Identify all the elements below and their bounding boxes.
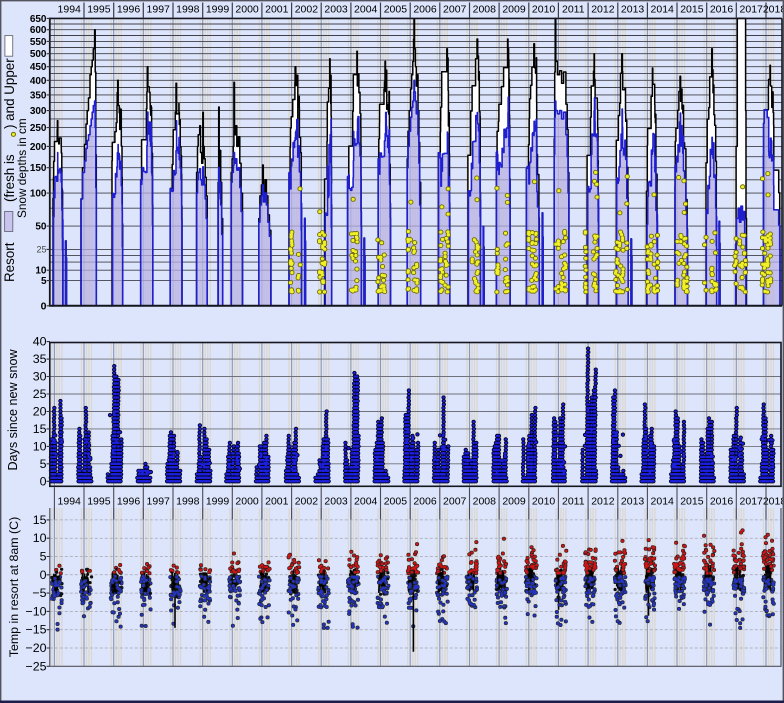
svg-text:−20: −20 bbox=[25, 641, 46, 655]
svg-text:150: 150 bbox=[30, 163, 47, 174]
svg-text:2008: 2008 bbox=[473, 4, 497, 16]
svg-text:1999: 1999 bbox=[206, 496, 230, 508]
svg-text:1997: 1997 bbox=[147, 496, 171, 508]
svg-text:5: 5 bbox=[40, 550, 47, 564]
svg-text:1994: 1994 bbox=[58, 496, 82, 508]
svg-text:2002: 2002 bbox=[295, 4, 319, 16]
svg-text:Days since new snow: Days since new snow bbox=[6, 349, 20, 471]
svg-text:2018: 2018 bbox=[763, 496, 784, 508]
svg-text:2014: 2014 bbox=[651, 4, 675, 16]
svg-text:2004: 2004 bbox=[354, 4, 378, 16]
svg-text:2000: 2000 bbox=[235, 4, 259, 16]
svg-text:2001: 2001 bbox=[265, 496, 289, 508]
svg-text:2005: 2005 bbox=[384, 4, 408, 16]
svg-text:2011: 2011 bbox=[562, 496, 585, 508]
svg-text:Snow depths in cm: Snow depths in cm bbox=[15, 118, 29, 218]
svg-text:2017: 2017 bbox=[740, 496, 764, 508]
svg-text:(fresh is: (fresh is bbox=[2, 154, 17, 202]
svg-text:50: 50 bbox=[35, 222, 47, 233]
svg-text:2016: 2016 bbox=[710, 496, 734, 508]
svg-text:2001: 2001 bbox=[265, 4, 289, 16]
svg-text:2000: 2000 bbox=[235, 496, 259, 508]
svg-text:25: 25 bbox=[33, 387, 47, 401]
svg-text:200: 200 bbox=[30, 142, 47, 153]
svg-text:450: 450 bbox=[30, 62, 47, 73]
svg-text:2013: 2013 bbox=[621, 496, 645, 508]
svg-text:250: 250 bbox=[30, 123, 47, 134]
svg-text:10: 10 bbox=[33, 531, 47, 545]
svg-text:2004: 2004 bbox=[354, 496, 378, 508]
svg-text:2016: 2016 bbox=[710, 4, 734, 16]
svg-text:500: 500 bbox=[30, 49, 47, 60]
svg-text:25: 25 bbox=[36, 244, 46, 254]
svg-text:2006: 2006 bbox=[413, 496, 437, 508]
svg-text:0: 0 bbox=[40, 568, 47, 582]
svg-text:2002: 2002 bbox=[295, 496, 319, 508]
svg-text:−10: −10 bbox=[25, 604, 46, 618]
svg-text:350: 350 bbox=[30, 90, 47, 101]
svg-text:300: 300 bbox=[30, 106, 47, 117]
svg-text:2009: 2009 bbox=[502, 496, 526, 508]
svg-text:2017: 2017 bbox=[740, 4, 764, 16]
svg-text:30: 30 bbox=[33, 370, 47, 384]
svg-text:2011: 2011 bbox=[562, 4, 585, 16]
svg-text:1998: 1998 bbox=[176, 4, 200, 16]
svg-text:1997: 1997 bbox=[147, 4, 171, 16]
svg-text:2014: 2014 bbox=[651, 496, 675, 508]
svg-text:) and Upper: ) and Upper bbox=[2, 58, 17, 129]
svg-text:15: 15 bbox=[33, 422, 47, 436]
svg-text:2003: 2003 bbox=[324, 496, 348, 508]
svg-text:Resort: Resort bbox=[2, 242, 17, 282]
svg-text:20: 20 bbox=[33, 405, 47, 419]
svg-text:2018: 2018 bbox=[763, 4, 784, 16]
svg-text:2003: 2003 bbox=[324, 4, 348, 16]
svg-text:2009: 2009 bbox=[502, 4, 526, 16]
svg-text:2015: 2015 bbox=[680, 496, 704, 508]
svg-text:2012: 2012 bbox=[591, 4, 615, 16]
svg-text:35: 35 bbox=[33, 352, 47, 366]
svg-text:5: 5 bbox=[40, 457, 47, 471]
svg-text:1996: 1996 bbox=[117, 4, 141, 16]
svg-text:2005: 2005 bbox=[384, 496, 408, 508]
svg-text:2007: 2007 bbox=[443, 4, 467, 16]
svg-text:1995: 1995 bbox=[87, 496, 111, 508]
svg-text:2010: 2010 bbox=[532, 496, 556, 508]
svg-text:2015: 2015 bbox=[680, 4, 704, 16]
svg-text:40: 40 bbox=[33, 335, 47, 349]
svg-text:2012: 2012 bbox=[591, 496, 615, 508]
svg-text:−5: −5 bbox=[32, 586, 46, 600]
svg-text:100: 100 bbox=[30, 189, 47, 200]
svg-text:0: 0 bbox=[40, 474, 47, 488]
svg-text:1999: 1999 bbox=[206, 4, 230, 16]
svg-text:15: 15 bbox=[33, 513, 47, 527]
svg-text:2006: 2006 bbox=[413, 4, 437, 16]
svg-text:1995: 1995 bbox=[87, 4, 111, 16]
svg-text:10: 10 bbox=[35, 266, 47, 277]
svg-text:400: 400 bbox=[30, 76, 47, 87]
svg-text:1998: 1998 bbox=[176, 496, 200, 508]
svg-text:2013: 2013 bbox=[621, 4, 645, 16]
svg-text:550: 550 bbox=[30, 37, 47, 48]
svg-text:−25: −25 bbox=[25, 659, 46, 673]
svg-text:5: 5 bbox=[41, 276, 47, 287]
svg-text:1994: 1994 bbox=[58, 4, 82, 16]
svg-text:2007: 2007 bbox=[443, 496, 467, 508]
svg-text:600: 600 bbox=[30, 25, 47, 36]
svg-text:1996: 1996 bbox=[117, 496, 141, 508]
svg-text:650: 650 bbox=[30, 14, 47, 25]
svg-text:10: 10 bbox=[33, 439, 47, 453]
svg-text:Temp in resort at 8am (C): Temp in resort at 8am (C) bbox=[7, 517, 21, 657]
svg-text:2010: 2010 bbox=[532, 4, 556, 16]
svg-text:0: 0 bbox=[41, 300, 47, 312]
svg-text:2008: 2008 bbox=[473, 496, 497, 508]
svg-text:−15: −15 bbox=[25, 623, 46, 637]
